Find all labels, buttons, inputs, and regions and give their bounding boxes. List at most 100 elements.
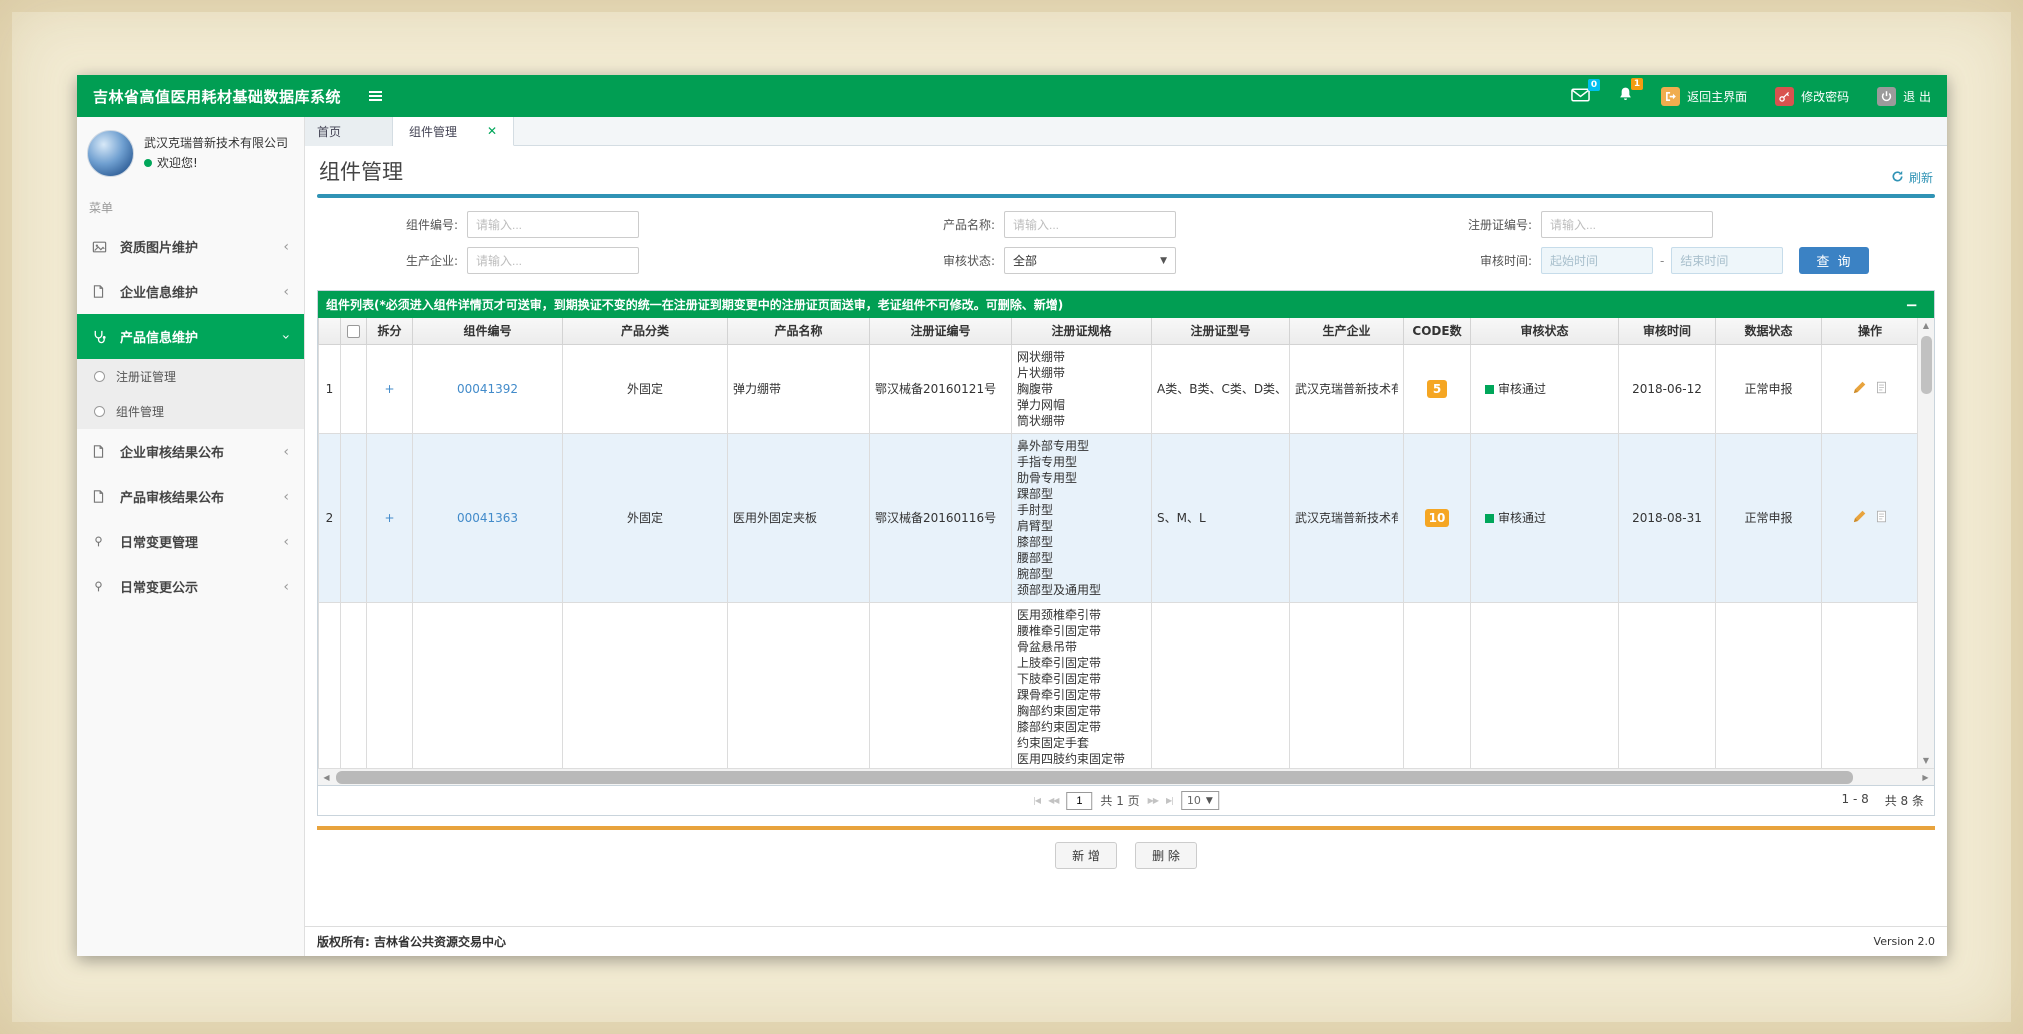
cell-category [563, 602, 728, 768]
change-password-button[interactable]: 修改密码 [1775, 87, 1849, 106]
cell-audit_date: 2018-08-31 [1619, 433, 1716, 602]
add-button[interactable]: 新 增 [1055, 842, 1117, 869]
audit-status-select[interactable]: 全部 ▼ [1004, 247, 1176, 274]
sidebar-item[interactable]: 产品审核结果公布‹ [77, 474, 304, 519]
company-name: 武汉克瑞普新技术有限公司 [144, 134, 288, 153]
cell-models: S、M、L [1152, 433, 1290, 602]
scroll-right-icon[interactable]: ▶ [1917, 773, 1934, 782]
spec-line: 手指专用型 [1017, 454, 1146, 470]
component-code-link[interactable]: 00041363 [457, 511, 518, 525]
refresh-button[interactable]: 刷新 [1891, 169, 1933, 186]
logout-button[interactable]: 退 出 [1877, 87, 1931, 106]
welcome-text: 欢迎您! [157, 154, 198, 173]
cell-seq: 2 [319, 433, 341, 602]
select-all-checkbox[interactable] [347, 325, 360, 338]
sidebar-item[interactable]: 日常变更管理‹ [77, 519, 304, 564]
col-code: 组件编号 [413, 318, 563, 344]
sidebar-item-label: 日常变更管理 [120, 532, 198, 551]
horizontal-scrollbar[interactable]: ◀ ▶ [318, 768, 1934, 785]
page-number-input[interactable] [1066, 792, 1092, 810]
radio-icon [94, 406, 105, 417]
sidebar-item-label: 产品信息维护 [120, 327, 198, 346]
chevron-left-icon: ‹ [283, 490, 289, 504]
sidebar-item[interactable]: 资质图片维护‹ [77, 224, 304, 269]
copyright-text: 版权所有: 吉林省公共资源交易中心 [317, 933, 506, 950]
tab-home[interactable]: 首页 [305, 117, 393, 146]
sidebar-subitem-label: 注册证管理 [116, 368, 176, 385]
scroll-down-icon[interactable]: ▼ [1918, 753, 1934, 768]
collapse-panel-button[interactable]: − [1897, 296, 1926, 314]
component-no-input[interactable] [467, 211, 639, 238]
prev-page-icon[interactable]: ◀◀ [1048, 796, 1058, 805]
pagination-bar: |◀ ◀◀ 共 1 页 ▶▶ ▶| 10 ▼ 1 - [318, 785, 1934, 815]
start-date-input[interactable] [1541, 247, 1653, 274]
sidebar-item[interactable]: 日常变更公示‹ [77, 564, 304, 609]
end-date-input[interactable] [1671, 247, 1783, 274]
cell-name: 医用外固定夹板 [728, 433, 870, 602]
cell-category: 外固定 [563, 433, 728, 602]
spec-line: 医用颈椎牵引带 [1017, 607, 1146, 623]
cell-data_status: 正常申报 [1716, 433, 1822, 602]
delete-button[interactable]: 删 除 [1135, 842, 1197, 869]
edit-icon[interactable] [1852, 380, 1867, 398]
sidebar-subitem-label: 组件管理 [116, 403, 164, 420]
col-audit_date: 审核时间 [1619, 318, 1716, 344]
spec-line: 颈部型及通用型 [1017, 582, 1146, 598]
split-toggle[interactable]: + [384, 382, 394, 396]
last-page-icon[interactable]: ▶| [1166, 796, 1173, 805]
top-bar: 吉林省高值医用耗材基础数据库系统 0 1 返回主界面 [77, 75, 1947, 117]
spec-line: 约束固定手套 [1017, 735, 1146, 751]
cell-specs: 医用颈椎牵引带腰椎牵引固定带骨盆悬吊带上肢牵引固定带下肢牵引固定带踝骨牵引固定带… [1012, 602, 1152, 768]
scroll-left-icon[interactable]: ◀ [318, 773, 335, 782]
spec-line: 肋骨专用型 [1017, 470, 1146, 486]
chevron-left-icon: ‹ [283, 580, 289, 594]
tab-close-icon[interactable]: ✕ [487, 124, 497, 138]
component-code-link[interactable]: 00041392 [457, 382, 518, 396]
sidebar-subitem[interactable]: 组件管理 [77, 394, 304, 429]
sidebar-item[interactable]: 企业信息维护‹ [77, 269, 304, 314]
col-models: 注册证型号 [1152, 318, 1290, 344]
mail-button[interactable]: 0 [1571, 87, 1590, 106]
horizontal-scroll-thumb[interactable] [336, 771, 1853, 784]
caret-down-icon: ▼ [1206, 796, 1213, 806]
cell-seq [319, 602, 341, 768]
product-name-label: 产品名称: [854, 216, 1004, 233]
tab-component-management[interactable]: 组件管理 ✕ [393, 117, 514, 146]
vertical-scroll-thumb[interactable] [1921, 336, 1932, 394]
spec-line: 下肢牵引固定带 [1017, 671, 1146, 687]
scroll-up-icon[interactable]: ▲ [1918, 318, 1934, 333]
cert-no-input[interactable] [1541, 211, 1713, 238]
version-text: Version 2.0 [1874, 935, 1935, 948]
sidebar-item[interactable]: 企业审核结果公布‹ [77, 429, 304, 474]
manufacturer-input[interactable] [467, 247, 639, 274]
cell-ops [1822, 433, 1918, 602]
page-size-select[interactable]: 10 ▼ [1181, 791, 1219, 810]
cell-check [341, 344, 367, 433]
search-button[interactable]: 查 询 [1799, 247, 1869, 274]
cell-text: 医用外固定夹板 [733, 509, 864, 526]
detail-icon[interactable] [1875, 380, 1888, 398]
return-main-button[interactable]: 返回主界面 [1661, 87, 1747, 106]
sidebar-item[interactable]: 产品信息维护‹ [77, 314, 304, 359]
grid-title: 组件列表 [326, 296, 374, 313]
vertical-scrollbar[interactable]: ▲ ▼ [1917, 318, 1934, 768]
cell-text: 鄂汉械备20160121号 [875, 380, 1006, 397]
hamburger-icon[interactable] [369, 91, 382, 101]
notification-button[interactable]: 1 [1618, 86, 1633, 106]
split-toggle[interactable]: + [384, 511, 394, 525]
logout-label: 退 出 [1903, 88, 1931, 105]
detail-icon[interactable] [1875, 509, 1888, 527]
sidebar-subitem[interactable]: 注册证管理 [77, 359, 304, 394]
first-page-icon[interactable]: |◀ [1033, 796, 1040, 805]
cell-text: 武汉克瑞普新技术有 [1295, 509, 1398, 526]
edit-icon[interactable] [1852, 509, 1867, 527]
spec-line: 膝部约束固定带 [1017, 719, 1146, 735]
product-name-input[interactable] [1004, 211, 1176, 238]
grid-notice-text: (*必须进入组件详情页才可送审，到期换证不变的统一在注册证到期变更中的注册证页面… [374, 296, 1063, 313]
avatar[interactable] [87, 130, 134, 177]
col-category: 产品分类 [563, 318, 728, 344]
file-icon [92, 489, 110, 504]
cell-audit_status: 审核通过 [1471, 344, 1619, 433]
bell-badge: 1 [1631, 78, 1643, 90]
next-page-icon[interactable]: ▶▶ [1148, 796, 1158, 805]
